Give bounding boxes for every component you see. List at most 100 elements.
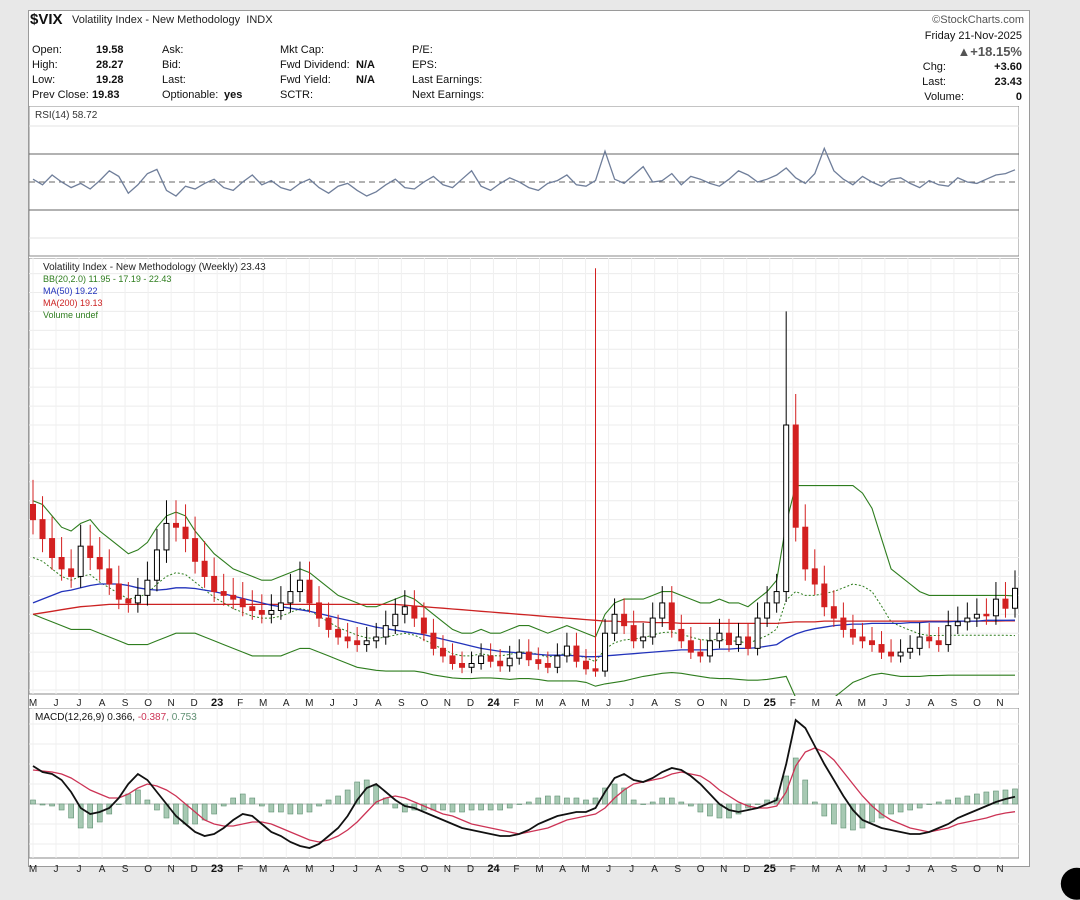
- month-label: M: [858, 864, 866, 875]
- macd-hist-bar: [554, 795, 561, 805]
- price-candle: [316, 602, 323, 619]
- price-candle: [49, 538, 56, 559]
- price-candle: [306, 579, 313, 604]
- legend-ma50: MA(50) 19.22: [43, 286, 98, 296]
- next-earnings-label: Next Earnings:: [412, 89, 485, 101]
- macd-hist-bar: [707, 803, 713, 817]
- chg-value: +3.60: [994, 61, 1022, 73]
- price-candle: [954, 621, 961, 627]
- prev-close-value: 19.83: [92, 89, 120, 101]
- macd-hist-bar: [811, 801, 818, 805]
- month-label: J: [606, 864, 611, 875]
- price-candle: [640, 636, 647, 642]
- macd-hist-bar: [344, 789, 351, 805]
- macd-hist-bar: [821, 803, 828, 817]
- legend-ma200: MA(200) 19.13: [43, 298, 103, 308]
- price-candle: [287, 591, 294, 604]
- macd-hist-bar: [58, 803, 65, 811]
- macd-hist-bar: [220, 803, 227, 807]
- price-candle: [411, 606, 418, 619]
- bid-label: Bid:: [162, 59, 181, 71]
- corner-dot: [1060, 867, 1080, 900]
- price-panel: 65.062.560.057.555.052.550.047.545.042.5…: [29, 258, 1019, 696]
- price-candle: [30, 504, 36, 521]
- price-candle: [611, 613, 618, 634]
- price-candle: [811, 568, 818, 585]
- month-label: M: [581, 864, 589, 875]
- price-candle: [87, 545, 94, 558]
- price-candle: [58, 557, 65, 570]
- month-label: N: [168, 864, 175, 875]
- macd-hist-bar: [926, 803, 932, 805]
- price-candle: [173, 522, 180, 528]
- price-candle: [363, 640, 370, 646]
- macd-hist-bar: [125, 793, 132, 805]
- price-candle: [1002, 598, 1009, 609]
- price-candle: [335, 628, 342, 638]
- month-label: F: [237, 864, 243, 875]
- macd-hist-bar: [239, 793, 246, 805]
- brand-logo[interactable]: ©StockCharts.com: [932, 14, 1024, 26]
- price-candle: [277, 602, 284, 611]
- price-candle: [344, 636, 351, 642]
- open-value: 19.58: [96, 44, 124, 56]
- macd-hist-bar: [440, 803, 446, 811]
- fwd-yield-value: N/A: [356, 74, 375, 86]
- price-candle: [973, 613, 980, 619]
- macd-hist-bar: [516, 803, 523, 805]
- price-candle: [516, 651, 523, 659]
- eps-label: EPS:: [412, 59, 438, 71]
- price-candle: [716, 632, 723, 642]
- symbol: $VIX: [30, 11, 63, 28]
- month-label: A: [283, 864, 290, 875]
- price-candle: [468, 663, 475, 668]
- price-candle: [859, 636, 866, 642]
- macd-hist-bar: [935, 801, 942, 805]
- month-label: A: [651, 864, 658, 875]
- macd-hist-bar: [535, 797, 542, 805]
- macd-hist-bar: [49, 803, 55, 807]
- open-label: Open:: [32, 44, 62, 56]
- macd-hist-bar: [983, 791, 990, 805]
- legend-volume: Volume undef: [43, 310, 99, 320]
- pct-change: ▲+18.15%: [957, 44, 1022, 59]
- month-label: J: [54, 864, 59, 875]
- price-candle: [258, 610, 265, 615]
- ask-label: Ask:: [162, 44, 184, 56]
- price-candle: [992, 598, 999, 617]
- month-label: F: [790, 864, 796, 875]
- macd-hist-bar: [583, 799, 589, 805]
- macd-hist-bar: [30, 799, 36, 805]
- macd-hist-bar: [39, 803, 46, 806]
- price-candle: [897, 651, 904, 657]
- macd-hist-bar: [916, 803, 923, 809]
- price-candle: [535, 659, 542, 665]
- macd-hist-bar: [564, 797, 570, 805]
- price-candle: [706, 640, 713, 657]
- macd-hist-bar: [831, 803, 837, 825]
- price-candle: [230, 594, 237, 600]
- chg-label: Chg:: [922, 61, 946, 73]
- month-label: A: [928, 864, 935, 875]
- macd-hist-bar: [297, 803, 303, 815]
- macd-hist-bar: [545, 795, 551, 805]
- price-candle: [821, 583, 828, 608]
- month-label: O: [697, 864, 705, 875]
- month-label: J: [330, 864, 335, 875]
- price-candle: [392, 613, 399, 627]
- sctr-label: SCTR:: [280, 89, 313, 101]
- macd-hist-bar: [259, 803, 265, 807]
- macd-hist-bar: [783, 775, 789, 805]
- price-candle: [754, 617, 761, 649]
- macd-hist-bar: [278, 803, 284, 813]
- month-label: 23: [211, 863, 223, 875]
- price-candle: [401, 606, 408, 615]
- month-label: M: [812, 864, 820, 875]
- price-candle: [649, 617, 656, 638]
- price-candle: [783, 424, 790, 593]
- macd-hist-bar: [497, 803, 503, 811]
- month-label: M: [29, 864, 37, 875]
- macd-hist-bar: [907, 803, 913, 811]
- price-candle: [153, 549, 160, 581]
- price-candle: [420, 617, 427, 634]
